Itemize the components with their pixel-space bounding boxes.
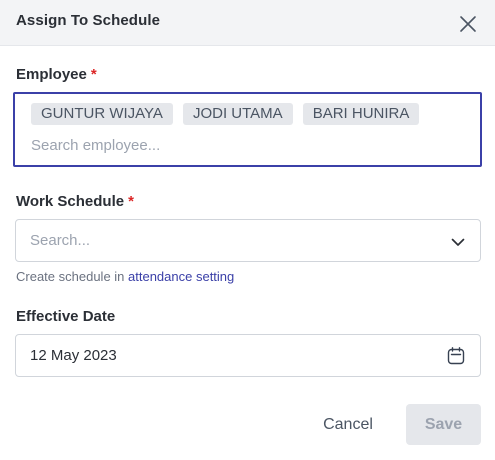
employee-chip[interactable]: JODI UTAMA [182,103,293,125]
work-schedule-label: Work Schedule * [16,193,134,210]
work-schedule-placeholder: Search... [30,232,91,249]
helper-prefix: Create schedule in [16,269,129,284]
modal-header: Assign To Schedule [0,0,495,46]
work-schedule-select[interactable]: Search... [15,219,481,262]
required-mark: * [128,193,134,210]
schedule-helper-text: Create schedule in attendance setting [16,269,234,284]
chevron-down-icon [451,238,465,246]
employee-label-text: Employee [16,66,87,83]
required-mark: * [90,66,97,83]
close-button[interactable] [458,14,478,34]
employee-chip[interactable]: BARI HUNIRA [302,103,420,125]
work-schedule-label-text: Work Schedule [16,193,125,210]
calendar-icon[interactable] [446,346,466,366]
employee-search-input[interactable] [31,134,461,156]
modal-title: Assign To Schedule [16,12,161,29]
employee-label: Employee * [16,66,97,83]
assign-schedule-modal: Assign To Schedule Employee * GUNTUR WIJA… [0,0,495,460]
cancel-button[interactable]: Cancel [306,404,390,445]
selected-employee-chips: GUNTUR WIJAYA JODI UTAMA BARI HUNIRA [31,103,420,125]
effective-date-picker[interactable]: 12 May 2023 [15,334,481,377]
employee-chip[interactable]: GUNTUR WIJAYA [31,103,173,125]
save-button[interactable]: Save [406,404,481,445]
effective-date-label: Effective Date [16,308,116,325]
close-icon [460,16,476,32]
effective-date-value: 12 May 2023 [30,347,117,364]
attendance-setting-link[interactable]: attendance setting [128,269,234,284]
employee-multiselect[interactable]: GUNTUR WIJAYA JODI UTAMA BARI HUNIRA [13,92,482,167]
